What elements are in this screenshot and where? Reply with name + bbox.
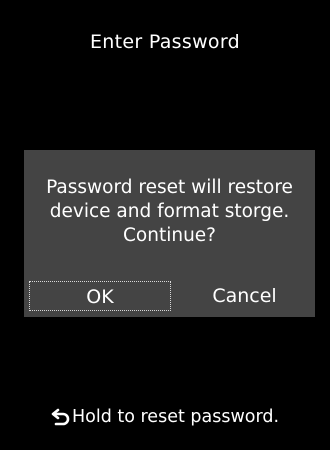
cancel-button[interactable]: Cancel (182, 281, 307, 311)
password-screen: Enter Password Password reset will resto… (0, 0, 330, 450)
ok-button[interactable]: OK (29, 281, 171, 311)
reset-confirm-dialog: Password reset will restore device and f… (24, 150, 315, 317)
screen-title: Enter Password (90, 31, 240, 53)
reset-hint: Hold to reset password. (0, 405, 330, 429)
dialog-message: Password reset will restore device and f… (46, 177, 293, 246)
back-arrow-icon (51, 408, 71, 426)
hint-text: Hold to reset password. (71, 407, 280, 427)
